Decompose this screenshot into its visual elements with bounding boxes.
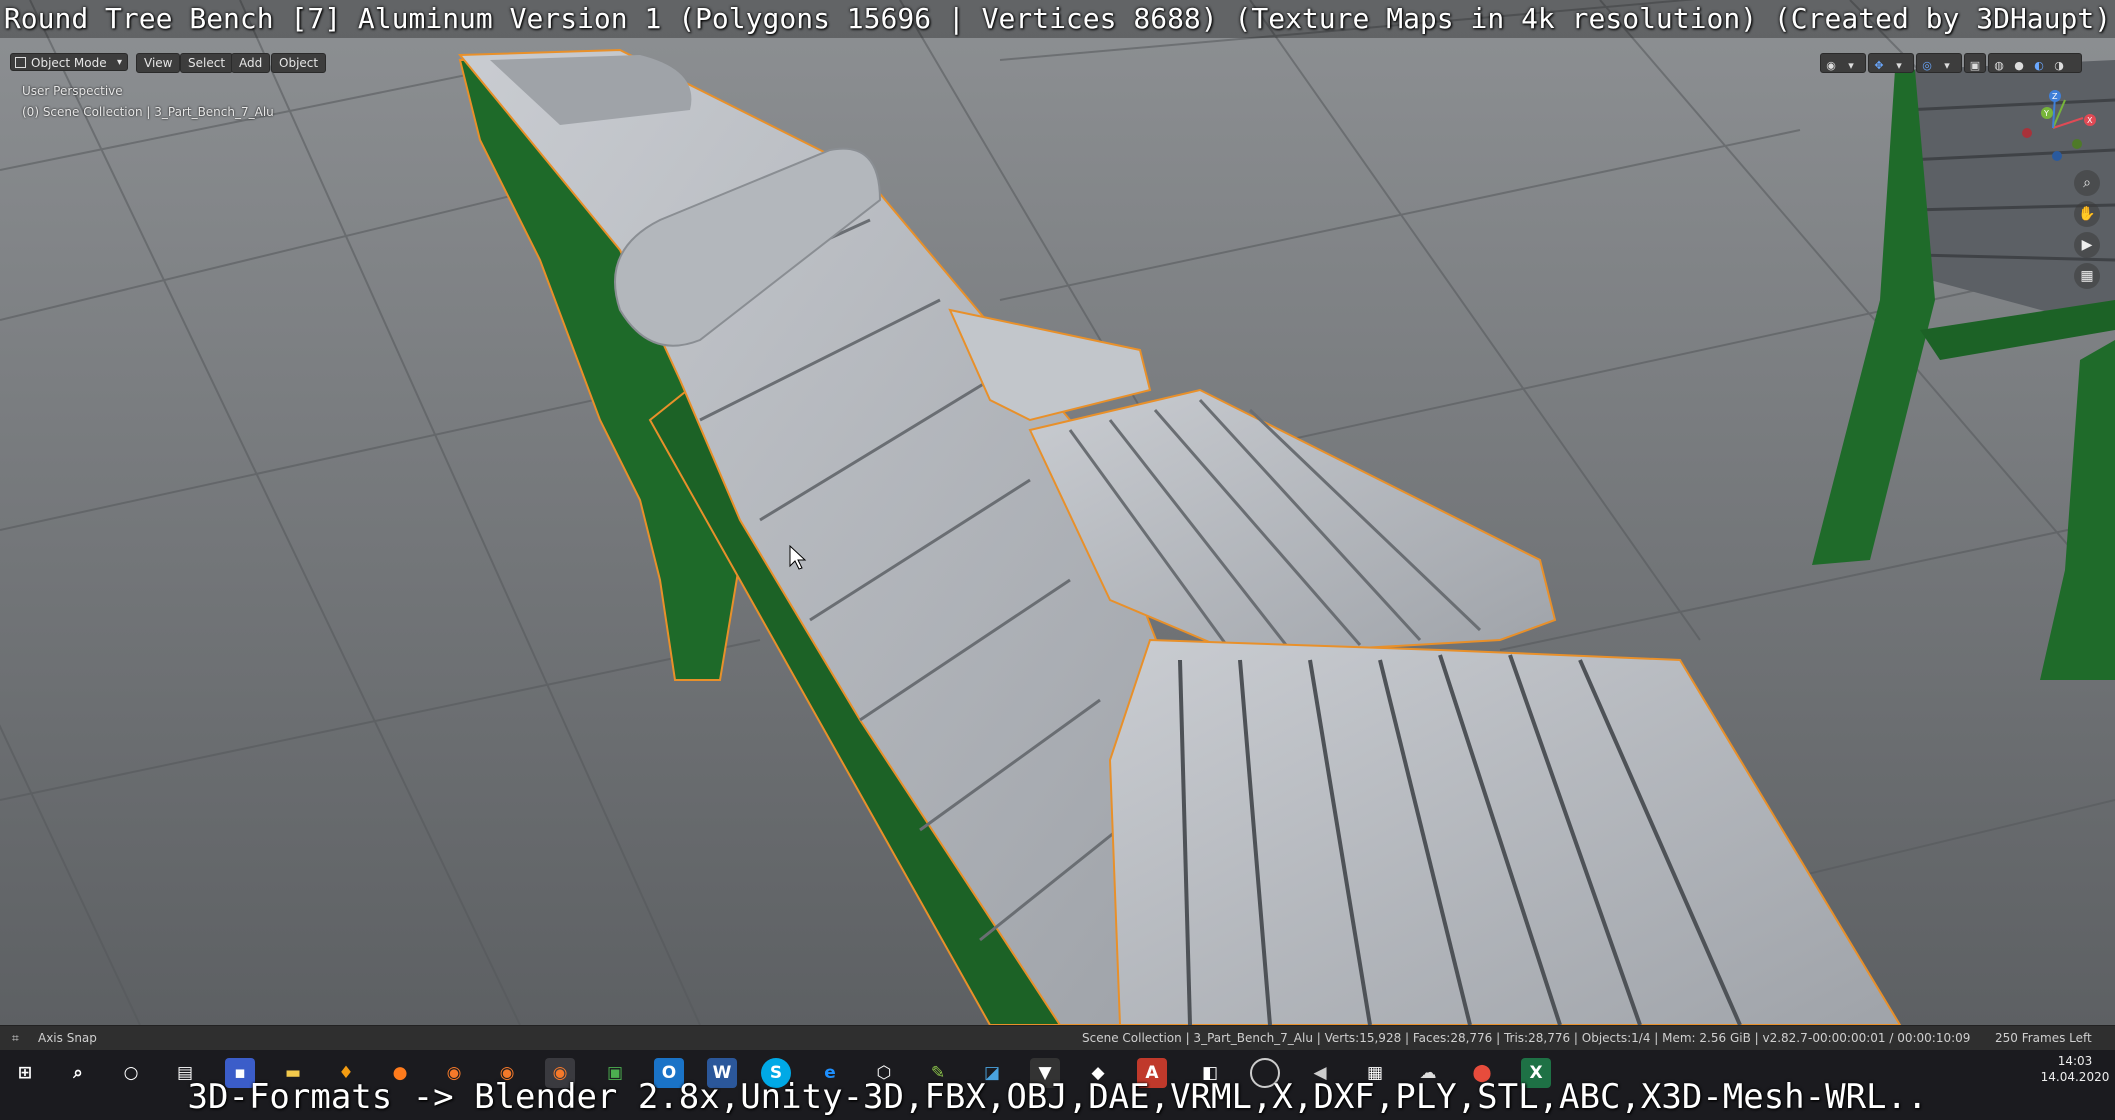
zoom-icon[interactable]: ⌕ <box>2074 170 2100 196</box>
perspective-label: User Perspective <box>22 84 123 98</box>
overlay-icon: ◎ <box>1922 59 1932 72</box>
hand-pan-icon[interactable]: ✋ <box>2074 201 2100 227</box>
clock-time: 14:03 <box>2057 1054 2093 1068</box>
video-title-bar: Round Tree Bench [7] Aluminum Version 1 … <box>0 0 2115 38</box>
frames-left: 250 Frames Left <box>1995 1031 2092 1045</box>
xray-toggle[interactable]: ▣ <box>1964 53 1986 73</box>
view-menu[interactable]: View <box>136 53 181 73</box>
gizmo-z-label: Z <box>2052 92 2058 101</box>
chevron-down-icon: ▾ <box>116 57 122 68</box>
object-menu[interactable]: Object <box>271 53 327 73</box>
mode-select-label: Object Mode <box>31 56 107 70</box>
scene-stats: Scene Collection | 3_Part_Bench_7_Alu | … <box>1082 1031 1808 1045</box>
object-mode-dropdown[interactable]: Object Mode ▾ <box>10 53 128 71</box>
shading-modes[interactable]: ◍ ● ◐ ◑ <box>1988 53 2082 73</box>
rendered-shading-icon[interactable]: ◑ <box>2051 58 2067 74</box>
axis-snap-icon: ⌗ <box>12 1031 19 1045</box>
visibility-toggle[interactable]: ◉ ▾ <box>1820 53 1866 73</box>
chevron-down-icon: ▾ <box>1896 59 1902 72</box>
collection-label: (0) Scene Collection | 3_Part_Bench_7_Al… <box>22 105 274 119</box>
chevron-down-icon: ▾ <box>1944 59 1950 72</box>
video-title: Round Tree Bench [7] Aluminum Version 1 … <box>3 2 2112 35</box>
solid-shading-icon[interactable]: ● <box>2011 58 2027 74</box>
3d-viewport[interactable]: Object Mode ▾ View Select Add Object User… <box>0 0 2115 1025</box>
object-mode-icon <box>15 57 26 68</box>
video-caption: 3D-Formats -> Blender 2.8x,Unity-3D,FBX,… <box>187 1077 1928 1117</box>
material-shading-icon[interactable]: ◐ <box>2031 58 2047 74</box>
gizmo-toggle[interactable]: ✥ ▾ <box>1868 53 1914 73</box>
gizmo-x-label: X <box>2087 116 2093 125</box>
camera-icon[interactable]: ▶ <box>2074 232 2100 258</box>
chevron-down-icon: ▾ <box>1848 59 1854 72</box>
add-menu[interactable]: Add <box>231 53 271 73</box>
xray-icon: ▣ <box>1969 59 1981 72</box>
eye-icon: ◉ <box>1826 59 1836 72</box>
select-menu[interactable]: Select <box>180 53 234 73</box>
status-hint: Axis Snap <box>38 1031 97 1045</box>
bench-scene <box>0 0 2115 1025</box>
ortho-grid-icon[interactable]: ▦ <box>2074 263 2100 289</box>
status-bar: ⌗ Axis Snap Scene Collection | 3_Part_Be… <box>0 1025 2115 1051</box>
wireframe-shading-icon[interactable]: ◍ <box>1991 58 2007 74</box>
gizmo-icon: ✥ <box>1874 59 1884 72</box>
timecode: -00:00:00:01 / 00:00:10:09 <box>1808 1031 1971 1045</box>
overlay-toggle[interactable]: ◎ ▾ <box>1916 53 1962 73</box>
navigation-gizmo[interactable]: X Y Z <box>2005 88 2100 168</box>
gizmo-y-label: Y <box>2043 109 2049 118</box>
